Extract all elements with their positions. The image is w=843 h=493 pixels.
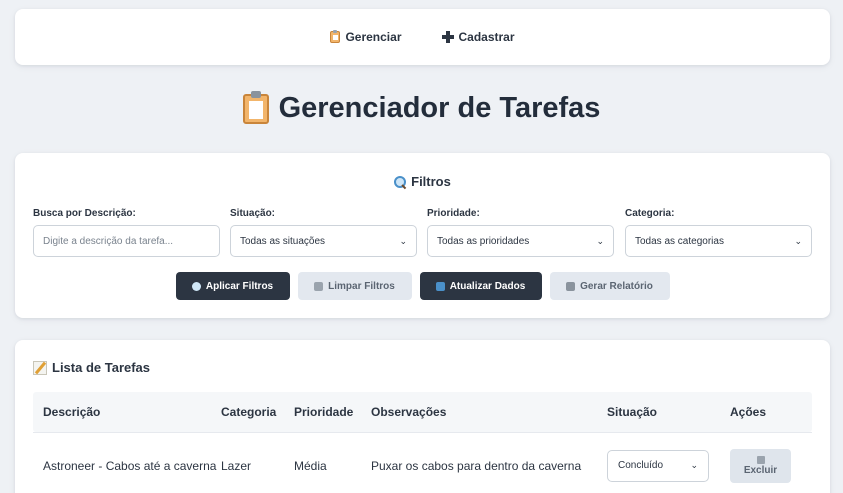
search-icon — [394, 175, 407, 188]
situacao-label: Situação: — [230, 208, 276, 219]
prioridade-field: Prioridade: Todas as prioridades ⌄ — [427, 208, 614, 257]
table-header: Descrição Categoria Prioridade Observaçõ… — [33, 392, 812, 432]
task-list-title-text: Lista de Tarefas — [52, 360, 151, 375]
prioridade-value: Todas as prioridades — [437, 235, 530, 247]
trash-icon — [314, 281, 324, 291]
chevron-down-icon: ⌄ — [794, 235, 802, 246]
page-title: Gerenciador de Tarefas — [0, 90, 843, 125]
clear-filters-button[interactable]: Limpar Filtros — [297, 272, 412, 300]
task-table: Descrição Categoria Prioridade Observaçõ… — [33, 392, 812, 493]
cell-observacoes: Puxar os cabos para dentro da caverna — [371, 458, 582, 473]
cell-situacao: Concluído ⌄ — [607, 449, 730, 482]
header-situacao: Situação — [607, 405, 658, 419]
nav-cadastrar[interactable]: Cadastrar — [441, 30, 515, 44]
apply-filters-label: Aplicar Filtros — [205, 280, 274, 292]
task-list-panel: Lista de Tarefas Descrição Categoria Pri… — [15, 340, 830, 493]
plus-icon — [441, 31, 454, 43]
header-acoes: Ações — [730, 405, 767, 419]
filters-title: Filtros — [15, 174, 830, 189]
clear-filters-label: Limpar Filtros — [328, 280, 395, 292]
clipboard-icon — [242, 90, 269, 124]
categoria-label: Categoria: — [625, 208, 675, 219]
chevron-down-icon: ⌄ — [596, 235, 604, 246]
nav-gerenciar-label: Gerenciar — [345, 30, 402, 44]
task-list-title: Lista de Tarefas — [33, 360, 150, 375]
trash-icon — [756, 455, 765, 464]
table-row: Astroneer - Cabos até a caverna Lazer Mé… — [33, 432, 812, 493]
header-categoria: Categoria — [221, 405, 277, 419]
chevron-down-icon: ⌄ — [399, 235, 407, 246]
apply-filters-button[interactable]: Aplicar Filtros — [175, 272, 290, 300]
filters-title-text: Filtros — [411, 174, 451, 189]
filter-buttons: Aplicar Filtros Limpar Filtros Atualizar… — [15, 272, 830, 300]
categoria-value: Todas as categorias — [635, 235, 724, 247]
categoria-select[interactable]: Todas as categorias ⌄ — [625, 225, 812, 257]
situacao-row-select[interactable]: Concluído ⌄ — [607, 449, 709, 482]
situacao-row-value: Concluído — [618, 460, 664, 471]
cell-acoes: Excluir — [730, 448, 812, 483]
delete-button[interactable]: Excluir — [730, 448, 791, 483]
header-descricao: Descrição — [43, 405, 101, 419]
search-input[interactable]: Digite a descrição da tarefa... — [33, 225, 220, 257]
header-prioridade: Prioridade — [294, 405, 354, 419]
generate-report-button[interactable]: Gerar Relatório — [549, 272, 670, 300]
generate-report-label: Gerar Relatório — [580, 280, 653, 292]
clipboard-icon — [330, 30, 341, 43]
categoria-field: Categoria: Todas as categorias ⌄ — [625, 208, 812, 257]
search-icon — [191, 281, 201, 291]
prioridade-select[interactable]: Todas as prioridades ⌄ — [427, 225, 614, 257]
search-field: Busca por Descrição: Digite a descrição … — [33, 208, 220, 257]
top-nav: Gerenciar Cadastrar — [15, 9, 830, 65]
header-observacoes: Observações — [371, 405, 447, 419]
refresh-data-label: Atualizar Dados — [449, 280, 526, 292]
chevron-down-icon: ⌄ — [690, 460, 698, 470]
situacao-field: Situação: Todas as situações ⌄ — [230, 208, 417, 257]
prioridade-label: Prioridade: — [427, 208, 480, 219]
printer-icon — [566, 281, 576, 291]
nav-gerenciar[interactable]: Gerenciar — [330, 30, 402, 44]
page-title-text: Gerenciador de Tarefas — [278, 92, 601, 124]
refresh-icon — [435, 281, 445, 291]
filters-panel: Filtros Busca por Descrição: Digite a de… — [15, 153, 830, 318]
nav-cadastrar-label: Cadastrar — [458, 30, 515, 44]
cell-prioridade: Média — [294, 458, 327, 473]
delete-label: Excluir — [743, 464, 778, 476]
cell-descricao: Astroneer - Cabos até a caverna — [43, 458, 217, 473]
search-label: Busca por Descrição: — [33, 208, 136, 219]
memo-icon — [33, 360, 47, 375]
situacao-value: Todas as situações — [240, 235, 326, 247]
cell-categoria: Lazer — [221, 458, 252, 473]
situacao-select[interactable]: Todas as situações ⌄ — [230, 225, 417, 257]
refresh-data-button[interactable]: Atualizar Dados — [419, 272, 542, 300]
